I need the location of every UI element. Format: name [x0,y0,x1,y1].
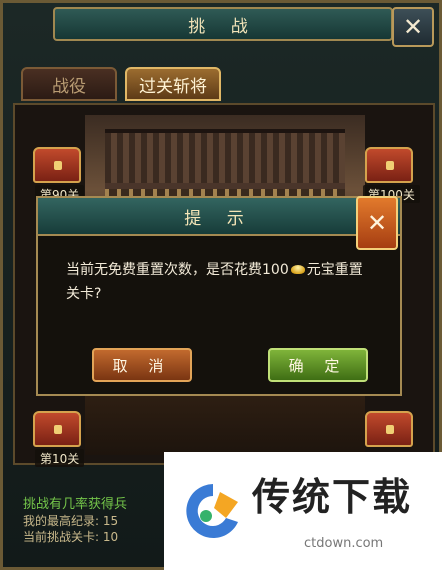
watermark-url: ctdown.com [304,536,384,551]
stage-label: 第10关 [35,449,85,467]
cancel-button[interactable]: 取 消 [92,348,192,382]
tab-campaign[interactable]: 战役 [21,67,117,101]
gold-ingot-icon [290,265,305,274]
best-record: 我的最高纪录: 15 [23,514,119,528]
palace-roof [105,129,345,189]
treasure-chest-icon[interactable] [365,411,413,447]
dialog-title: 提 示 [38,198,400,236]
current-stage: 当前挑战关卡: 10 [23,530,119,544]
panel-title: 挑 战 [53,7,393,41]
tab-stage-challenge[interactable]: 过关斩将 [125,67,221,101]
treasure-chest-icon[interactable] [33,411,81,447]
challenge-info: 挑战有几率获得兵 我的最高纪录: 15 当前挑战关卡: 10 [23,497,173,545]
close-icon: ✕ [402,13,424,41]
confirm-button[interactable]: 确 定 [268,348,368,382]
close-icon: ✕ [366,209,388,237]
ctdown-logo-icon [186,484,238,538]
reward-hint: 挑战有几率获得兵 [23,497,128,512]
dialog-close-button[interactable]: ✕ [356,196,398,250]
treasure-chest-icon[interactable] [33,147,81,183]
reset-dialog: 提 示 ✕ 当前无免费重置次数，是否花费100 元宝重置关卡? 取 消 确 定 [36,196,402,396]
watermark-name: 传统下载 [252,475,413,519]
dialog-message: 当前无免费重置次数，是否花费100 元宝重置关卡? [66,258,372,306]
message-text: 当前无免费重置次数，是否花费100 [66,262,289,278]
watermark: 传统下载 ctdown.com [164,452,442,570]
treasure-chest-icon[interactable] [365,147,413,183]
close-button[interactable]: ✕ [392,7,434,47]
